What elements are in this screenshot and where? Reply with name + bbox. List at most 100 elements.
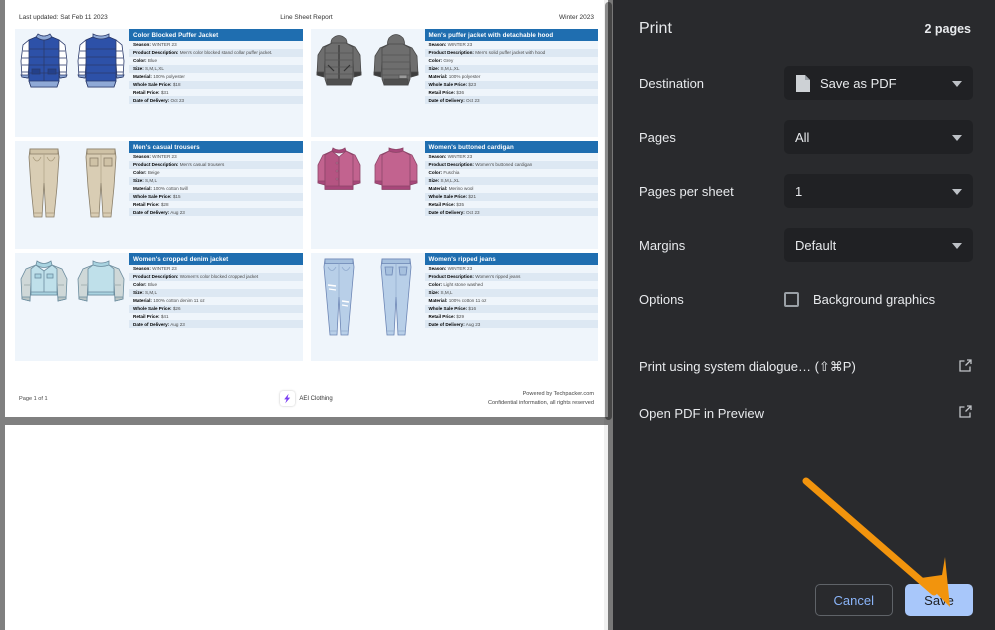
page-indicator: Page 1 of 1 (19, 395, 48, 402)
print-preview-pane: Last updated: Sat Feb 11 2023 Line Sheet… (0, 0, 613, 630)
spec-delivery: Date of Delivery: Oct 23 (424, 96, 598, 105)
pages-per-sheet-label: Pages per sheet (639, 183, 734, 199)
spec-material: Material: 100% cotton denim 11 oz (129, 296, 303, 305)
spec-wholesale: Whole Sale Price: $21 (424, 192, 598, 201)
product-info: Women's ripped jeans Season: WINTER 23 P… (424, 253, 598, 361)
report-title: Line Sheet Report (280, 14, 333, 21)
spec-delivery: Date of Delivery: Oct 23 (424, 208, 598, 217)
spec-color: Color: Grey (424, 56, 598, 65)
spec-size: Size: S,M,L (129, 288, 303, 297)
spec-size: Size: S,M,L,XL (424, 64, 598, 73)
open-pdf-preview-link[interactable]: Open PDF in Preview (639, 390, 973, 436)
spec-delivery: Date of Delivery: Aug 23 (424, 320, 598, 329)
spec-color: Color: Beige (129, 168, 303, 177)
preview-scrollbar-thumb[interactable] (605, 2, 612, 420)
spec-retail: Retail Price: $36 (424, 88, 598, 97)
product-grid: Color Blocked Puffer Jacket Season: WINT… (5, 25, 608, 361)
margins-value: Default (795, 237, 837, 253)
spec-wholesale: Whole Sale Price: $18 (129, 80, 303, 89)
print-dialog-header: Print 2 pages (613, 0, 995, 42)
spec-season: Season: WINTER 23 (424, 153, 598, 161)
product-figures (310, 29, 425, 137)
confidential-text: Confidential information, all rights res… (487, 399, 594, 406)
spec-retail: Retail Price: $28 (129, 200, 303, 209)
print-preview-screen: Last updated: Sat Feb 11 2023 Line Sheet… (0, 0, 995, 630)
product-card: Men's puffer jacket with detachable hood… (310, 29, 598, 137)
print-system-dialog-label: Print using system dialogue… (⇧⌘P) (639, 359, 856, 374)
spec-color: Color: Blue (129, 280, 303, 289)
spec-color: Color: Blue (129, 56, 303, 65)
spec-retail: Retail Price: $41 (129, 312, 303, 321)
spec-season: Season: WINTER 23 (129, 265, 303, 273)
print-system-dialog-link[interactable]: Print using system dialogue… (⇧⌘P) (639, 344, 973, 390)
background-graphics-checkbox[interactable] (784, 291, 799, 307)
document-footer: Page 1 of 1 AEI Clothing Powered by Tech… (5, 390, 608, 407)
spec-season: Season: WINTER 23 (424, 41, 598, 49)
spec-color: Color: Light stone washed (424, 280, 598, 289)
cardigan-fuschia-back-icon (374, 147, 418, 190)
print-dialog: Print 2 pages Destination Save as PDF Pa… (613, 0, 995, 630)
options-label: Options (639, 291, 684, 307)
ripped-jeans-blue-back-icon (380, 258, 412, 336)
spec-delivery: Date of Delivery: Oct 23 (129, 96, 303, 105)
setting-row-options: Options Background graphics (639, 272, 973, 326)
setting-row-margins: Margins Default (639, 218, 973, 272)
pages-label: Pages (639, 129, 676, 145)
spec-wholesale: Whole Sale Price: $26 (129, 304, 303, 313)
spec-retail: Retail Price: $31 (129, 88, 303, 97)
season-label: Winter 2023 (558, 14, 594, 21)
chevron-down-icon (952, 135, 962, 141)
spec-description: Product Description: Women's ripped jean… (424, 272, 598, 281)
spec-season: Season: WINTER 23 (129, 41, 303, 49)
ripped-jeans-blue-front-icon (323, 258, 355, 336)
hooded-puffer-grey-front-icon (316, 35, 362, 86)
spec-wholesale: Whole Sale Price: $23 (424, 80, 598, 89)
pdf-file-icon (795, 74, 811, 93)
hooded-puffer-grey-back-icon (373, 34, 419, 86)
preview-page-1: Last updated: Sat Feb 11 2023 Line Sheet… (5, 0, 608, 417)
product-title: Women's ripped jeans (424, 253, 598, 265)
spec-wholesale: Whole Sale Price: $16 (424, 304, 598, 313)
spec-color: Color: Fuschia (424, 168, 598, 177)
trousers-beige-back-icon (85, 148, 116, 218)
spec-size: Size: S,M,L (129, 176, 303, 185)
product-card: Color Blocked Puffer Jacket Season: WINT… (15, 29, 303, 137)
print-dialog-title: Print (639, 20, 672, 37)
pages-select[interactable]: All (784, 120, 973, 154)
powered-by-text: Powered by Techpacker.com (522, 391, 594, 398)
spec-retail: Retail Price: $35 (424, 200, 598, 209)
preview-scroll-area[interactable]: Last updated: Sat Feb 11 2023 Line Sheet… (0, 0, 613, 630)
destination-select[interactable]: Save as PDF (784, 66, 973, 100)
pages-value: All (795, 129, 810, 145)
spec-season: Season: WINTER 23 (424, 265, 598, 273)
product-card: Women's ripped jeans Season: WINTER 23 P… (310, 253, 598, 361)
margins-select[interactable]: Default (784, 228, 973, 262)
external-link-icon (958, 358, 973, 376)
cardigan-fuschia-front-icon (317, 147, 361, 190)
product-info: Color Blocked Puffer Jacket Season: WINT… (129, 29, 303, 137)
pages-per-sheet-select[interactable]: 1 (784, 174, 973, 208)
preview-scrollbar[interactable] (604, 0, 613, 630)
spec-size: Size: S,M,L (424, 288, 598, 297)
product-info: Women's buttoned cardigan Season: WINTER… (424, 141, 598, 249)
spec-delivery: Date of Delivery: Aug 23 (129, 320, 303, 329)
document-header: Last updated: Sat Feb 11 2023 Line Sheet… (5, 0, 608, 25)
pages-per-sheet-control: 1 (784, 174, 973, 208)
chevron-down-icon (952, 81, 962, 87)
footer-legal: Powered by Techpacker.com Confidential i… (404, 390, 594, 407)
product-title: Women's cropped denim jacket (129, 253, 303, 265)
spec-material: Material: 100% cotton 11 oz (424, 296, 598, 305)
spec-description: Product Description: Women's color block… (129, 272, 303, 281)
spec-description: Product Description: Men's color blocked… (129, 48, 303, 57)
save-button[interactable]: Save (905, 584, 973, 616)
brand-name: AEI Clothing (299, 395, 333, 402)
pages-control: All (784, 120, 973, 154)
destination-value: Save as PDF (820, 75, 897, 91)
cancel-button[interactable]: Cancel (814, 584, 893, 616)
spec-season: Season: WINTER 23 (129, 153, 303, 161)
product-info: Men's puffer jacket with detachable hood… (424, 29, 598, 137)
setting-row-pages: Pages All (639, 110, 973, 164)
margins-label: Margins (639, 237, 686, 253)
setting-row-pages-per-sheet: Pages per sheet 1 (639, 164, 973, 218)
product-card: Women's cropped denim jacket Season: WIN… (15, 253, 303, 361)
